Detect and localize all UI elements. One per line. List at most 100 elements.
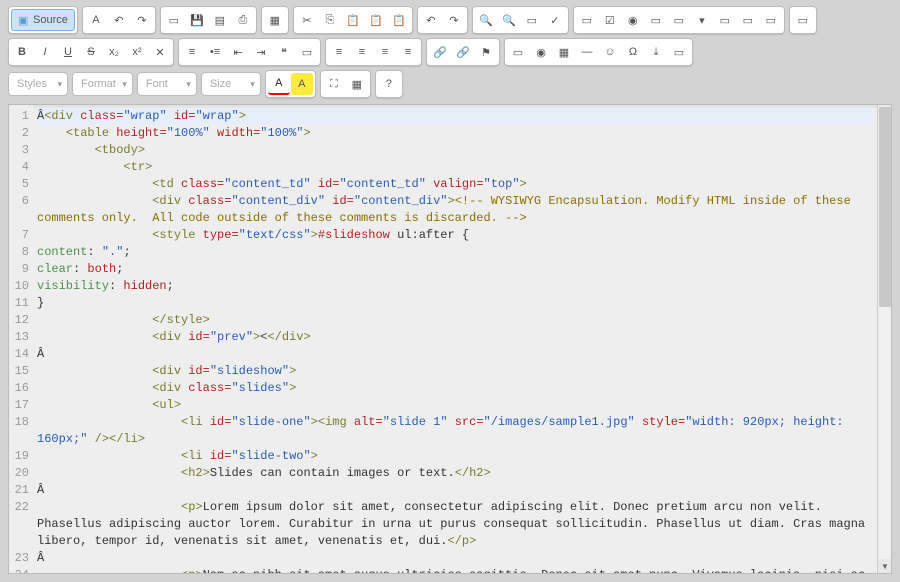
textfield-icon[interactable]: ▭ [645, 9, 667, 31]
bold-icon[interactable]: B [11, 41, 33, 63]
code-line[interactable]: Â [37, 550, 873, 567]
subscript-icon[interactable]: x₂ [103, 41, 125, 63]
line-number: 22 [9, 499, 29, 550]
paste-icon[interactable]: 📋 [342, 9, 364, 31]
replace-icon[interactable]: 🔍 [498, 9, 520, 31]
format-combo[interactable]: Format [72, 72, 133, 96]
preview-icon[interactable]: ▤ [209, 9, 231, 31]
iframe-icon[interactable]: ▭ [668, 41, 690, 63]
scroll-thumb[interactable] [879, 107, 891, 307]
paste-text-icon[interactable]: 📋 [365, 9, 387, 31]
font-combo[interactable]: Font [137, 72, 197, 96]
outdent-icon[interactable]: ⇤ [227, 41, 249, 63]
save-icon[interactable]: 💾 [186, 9, 208, 31]
code-line[interactable]: Â<div class="wrap" id="wrap"> [37, 108, 873, 125]
redo-arrow-icon[interactable]: ↷ [131, 9, 153, 31]
hr-icon[interactable]: — [576, 41, 598, 63]
source-code-area[interactable]: 123456789101112131415161718192021222324 … [8, 104, 892, 574]
code-line[interactable]: visibility: hidden; [37, 278, 873, 295]
code-line[interactable]: <li id="slide-one"><img alt="slide 1" sr… [37, 414, 873, 448]
code-line[interactable]: <table height="100%" width="100%"> [37, 125, 873, 142]
code-line[interactable]: clear: both; [37, 261, 873, 278]
templates-icon[interactable]: ▦ [264, 9, 286, 31]
code-line[interactable]: Â [37, 346, 873, 363]
table-icon[interactable]: ▦ [553, 41, 575, 63]
source-button[interactable]: ▣Source [11, 9, 75, 31]
line-number: 23 [9, 550, 29, 567]
superscript-icon[interactable]: x² [126, 41, 148, 63]
select-icon[interactable]: ▾ [691, 9, 713, 31]
paste-word-icon[interactable]: 📋 [388, 9, 410, 31]
alignleft-icon[interactable]: ≡ [328, 41, 350, 63]
showblocks-icon[interactable]: ▦ [346, 73, 368, 95]
redo-icon[interactable]: ↷ [443, 9, 465, 31]
underline-icon[interactable]: U [57, 41, 79, 63]
maximize-icon[interactable]: ⛶ [323, 73, 345, 95]
code-line[interactable]: <h2>Slides can contain images or text.</… [37, 465, 873, 482]
link-icon[interactable]: 🔗 [429, 41, 451, 63]
blockquote-icon[interactable]: ❝ [273, 41, 295, 63]
line-number: 1 [9, 108, 29, 125]
aligncenter-icon[interactable]: ≡ [351, 41, 373, 63]
scroll-down-icon[interactable]: ▼ [878, 559, 892, 573]
code-line[interactable]: <ul> [37, 397, 873, 414]
indent-icon[interactable]: ⇥ [250, 41, 272, 63]
print-icon[interactable]: ⎙ [232, 9, 254, 31]
code-line[interactable]: Â [37, 482, 873, 499]
justify-icon[interactable]: ≡ [397, 41, 419, 63]
code-line[interactable]: <tbody> [37, 142, 873, 159]
button-icon[interactable]: ▭ [714, 9, 736, 31]
line-number: 9 [9, 261, 29, 278]
code-line[interactable]: content: "."; [37, 244, 873, 261]
code-line[interactable]: </style> [37, 312, 873, 329]
spellcheck-icon[interactable]: ✓ [544, 9, 566, 31]
size-combo[interactable]: Size [201, 72, 261, 96]
form-icon[interactable]: ▭ [576, 9, 598, 31]
styles-combo[interactable]: Styles [8, 72, 68, 96]
code-line[interactable]: <p>Nam ac nibh sit amet augue ultricies … [37, 567, 873, 573]
image-icon[interactable]: ▭ [507, 41, 529, 63]
anchor-icon[interactable]: ⚑ [475, 41, 497, 63]
code-line[interactable]: <div id="slideshow"> [37, 363, 873, 380]
pagebreak-icon[interactable]: ⤓ [645, 41, 667, 63]
code-line[interactable]: <td class="content_td" id="content_td" v… [37, 176, 873, 193]
code-line[interactable]: <div class="content_div" id="content_div… [37, 193, 873, 227]
code-line[interactable]: <tr> [37, 159, 873, 176]
code-line[interactable]: <p>Lorem ipsum dolor sit amet, consectet… [37, 499, 873, 550]
alignright-icon[interactable]: ≡ [374, 41, 396, 63]
copy-icon[interactable]: ⎘ [319, 9, 341, 31]
unknown-btn-icon[interactable]: ▭ [792, 9, 814, 31]
undo-arrow-icon[interactable]: ↶ [108, 9, 130, 31]
unlink-icon[interactable]: 🔗 [452, 41, 474, 63]
italic-icon[interactable]: I [34, 41, 56, 63]
specialchar-icon[interactable]: Ω [622, 41, 644, 63]
code-line[interactable]: <li id="slide-two"> [37, 448, 873, 465]
strike-icon[interactable]: S [80, 41, 102, 63]
about-icon[interactable]: ? [378, 73, 400, 95]
bulletlist-icon[interactable]: •≡ [204, 41, 226, 63]
undo-icon[interactable]: ↶ [420, 9, 442, 31]
code-content[interactable]: Â<div class="wrap" id="wrap"> <table hei… [33, 105, 877, 573]
vertical-scrollbar[interactable]: ▲ ▼ [877, 105, 891, 573]
hiddenfield-icon[interactable]: ▭ [760, 9, 782, 31]
imagebutton-icon[interactable]: ▭ [737, 9, 759, 31]
code-line[interactable]: <div class="slides"> [37, 380, 873, 397]
selectall-icon[interactable]: ▭ [521, 9, 543, 31]
radio-icon[interactable]: ◉ [622, 9, 644, 31]
cut-icon[interactable]: ✂ [296, 9, 318, 31]
numberedlist-icon[interactable]: ≡ [181, 41, 203, 63]
newpage-icon[interactable]: ▭ [163, 9, 185, 31]
code-line[interactable]: <style type="text/css">#slideshow ul:aft… [37, 227, 873, 244]
flash-icon[interactable]: ◉ [530, 41, 552, 63]
code-line[interactable]: } [37, 295, 873, 312]
div-icon[interactable]: ▭ [296, 41, 318, 63]
removeformat-icon[interactable]: ✕ [149, 41, 171, 63]
code-line[interactable]: <div id="prev"><</div> [37, 329, 873, 346]
smiley-icon[interactable]: ☺ [599, 41, 621, 63]
cut-icon[interactable]: A [85, 9, 107, 31]
bgcolor-icon[interactable]: A [291, 73, 313, 95]
textcolor-icon[interactable]: A [268, 73, 290, 95]
textarea-icon[interactable]: ▭ [668, 9, 690, 31]
checkbox-icon[interactable]: ☑ [599, 9, 621, 31]
find-icon[interactable]: 🔍 [475, 9, 497, 31]
